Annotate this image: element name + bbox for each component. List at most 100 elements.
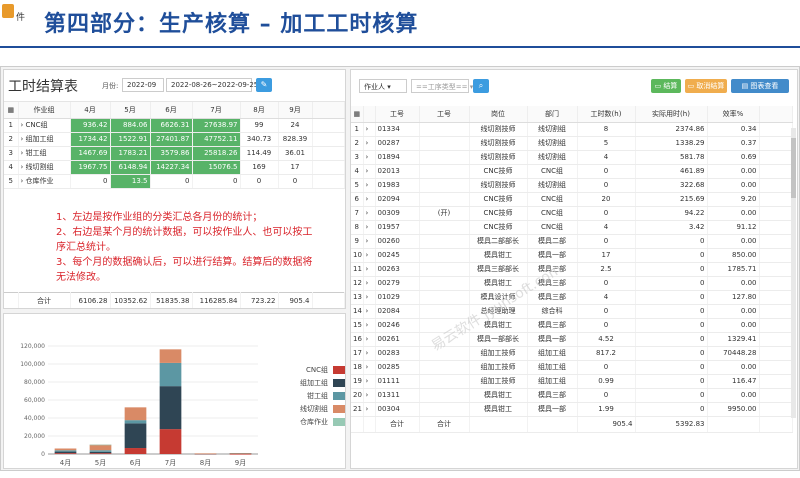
edit-button[interactable]: ✎ [256,78,272,92]
col-header[interactable]: 6月 [150,102,193,119]
bar-segment [124,448,147,454]
expand-chevron-icon[interactable]: › [363,192,376,207]
col-header[interactable]: 部门 [527,106,578,123]
detail-row[interactable]: 17 › 00283 组加工技师 组加工组 817.2 0 70448.28 [351,346,793,361]
detail-row[interactable]: 7 › 00309 (开) CNC技师 CNC组 0 94.22 0.00 [351,206,793,221]
expand-chevron-icon[interactable]: › [363,150,376,165]
settlement-row[interactable]: 3 › 钳工组 1467.69 1783.21 3579.86 25818.26 114.4… [4,146,345,161]
department: 组加工组 [527,360,578,375]
date-range-input[interactable]: 2022-08-26~2022-09-25 [166,78,258,92]
expand-chevron-icon[interactable]: › [363,136,376,151]
expand-chevron-icon[interactable]: › [363,248,376,263]
scrollbar[interactable] [791,128,796,418]
efficiency: 0.00 [707,178,760,193]
detail-row[interactable]: 16 › 00261 模具一部部长 模具一部 4.52 0 1329.41 [351,332,793,347]
detail-row[interactable]: 9 › 00260 模具二部部长 模具二部 0 0 0.00 [351,234,793,249]
detail-row[interactable]: 2 › 00287 线切割技师 线切割组 5 1338.29 0.37 [351,136,793,151]
expand-chevron-icon[interactable]: › [363,402,376,417]
group-name: 组加工组 [25,135,54,143]
unsettle-button[interactable]: ▭ 取消结算 [685,79,727,93]
detail-row[interactable]: 5 › 01983 线切割技师 线切割组 0 322.68 0.00 [351,178,793,193]
detail-row[interactable]: 1 › 01334 线切割技师 线切割组 8 2374.86 0.34 [351,122,793,137]
efficiency: 91.12 [707,220,760,235]
y-tick-label: 0 [41,451,45,458]
month-input[interactable]: 2022-09 [122,78,164,92]
detail-row[interactable]: 10 › 00245 模具钳工 模具一部 17 0 850.00 [351,248,793,263]
group-cell[interactable]: › 仓库作业 [18,174,71,189]
work-hours: 20 [577,192,636,207]
legend-item[interactable]: 仓库作业 [274,416,345,429]
chart-view-button[interactable]: ▤ 图表查看 [731,79,789,93]
col-header[interactable]: 作业组 [18,102,71,119]
scrollbar-thumb[interactable] [791,138,796,198]
column-settings-icon[interactable]: ▦ [4,102,19,119]
group-cell[interactable]: › CNC组 [18,118,71,133]
month-value-cell: 47752.11 [192,132,241,147]
expand-chevron-icon[interactable]: › [363,346,376,361]
department: 模具一部 [527,402,578,417]
settlement-row[interactable]: 1 › CNC组 936.42 884.06 6626.31 27638.97 99 24 [4,118,345,133]
detail-row[interactable]: 13 › 01029 模具设计师 模具三部 4 0 127.80 [351,290,793,305]
detail-row[interactable]: 18 › 00285 组加工技师 组加工组 0 0 0.00 [351,360,793,375]
detail-row[interactable]: 8 › 01957 CNC技师 CNC组 4 3.42 91.12 [351,220,793,235]
col-header[interactable]: 4月 [70,102,111,119]
expand-chevron-icon[interactable]: › [363,374,376,389]
group-cell[interactable]: › 钳工组 [18,146,71,161]
detail-row[interactable]: 19 › 01111 组加工技师 组加工组 0.99 0 116.47 [351,374,793,389]
legend-item[interactable]: 钳工组 [274,390,345,403]
expand-chevron-icon[interactable]: › [363,206,376,221]
expand-chevron-icon[interactable]: › [363,164,376,179]
settlement-row[interactable]: 5 › 仓库作业 0 13.5 0 0 0 0 [4,174,345,189]
legend-item[interactable]: 组加工组 [274,377,345,390]
detail-row[interactable]: 14 › 02084 总经理助理 综合科 0 0 0.00 [351,304,793,319]
detail-row[interactable]: 4 › 02013 CNC技师 CNC组 0 461.89 0.00 [351,164,793,179]
legend-item[interactable]: CNC组 [274,364,345,377]
detail-row[interactable]: 20 › 01311 模具钳工 模具三部 0 0 0.00 [351,388,793,403]
detail-row[interactable]: 11 › 00263 模具三部部长 模具三部 2.5 0 1785.71 [351,262,793,277]
expand-chevron-icon[interactable]: › [363,276,376,291]
expand-chevron-icon[interactable]: › [363,304,376,319]
settlement-header-row: ▦ 作业组 4月 5月 6月 7月 8月 9月 [4,102,345,119]
group-cell[interactable]: › 线切割组 [18,160,71,175]
col-header[interactable]: 实际用时(h) [635,106,708,123]
detail-row[interactable]: 6 › 02094 CNC技师 CNC组 20 215.69 9.20 [351,192,793,207]
col-header[interactable]: 8月 [240,102,279,119]
col-header[interactable]: 工号 [419,106,470,123]
bar-segment [159,429,182,454]
detail-row[interactable]: 21 › 00304 模具钳工 模具一部 1.99 0 9950.00 [351,402,793,417]
col-header[interactable]: 工时数(h) [577,106,636,123]
search-button[interactable]: ⌕ [473,79,489,93]
expand-chevron-icon[interactable]: › [363,332,376,347]
actual-hours: 322.68 [635,178,708,193]
settlement-row[interactable]: 2 › 组加工组 1734.42 1522.91 27401.87 47752.11 340… [4,132,345,147]
col-header[interactable]: 岗位 [469,106,528,123]
detail-row[interactable]: 3 › 01894 线切割技师 线切割组 4 581.78 0.69 [351,150,793,165]
bar-segment [159,349,182,363]
settlement-row[interactable]: 4 › 线切割组 1967.75 6148.94 14227.34 15076.5 169 1… [4,160,345,175]
expand-chevron-icon[interactable]: › [363,290,376,305]
expand-chevron-icon[interactable]: › [363,388,376,403]
col-header[interactable]: 7月 [192,102,241,119]
col-header[interactable]: 9月 [278,102,313,119]
group-cell[interactable]: › 组加工组 [18,132,71,147]
expand-chevron-icon[interactable]: › [363,262,376,277]
process-type-select[interactable]: ==工序类型== ▾ [411,79,473,93]
employee-name [419,136,470,151]
row-index: 7 [351,206,364,221]
col-header[interactable]: 5月 [110,102,151,119]
expand-chevron-icon[interactable]: › [363,220,376,235]
month-value-cell: 114.49 [240,146,279,161]
col-header[interactable]: 效率% [707,106,760,123]
col-header[interactable]: 工号 [375,106,420,123]
column-settings-icon[interactable]: ▦ [351,106,364,123]
expand-chevron-icon[interactable]: › [363,360,376,375]
detail-row[interactable]: 15 › 00246 模具钳工 模具三部 0 0 0.00 [351,318,793,333]
expand-chevron-icon[interactable]: › [363,122,376,137]
expand-chevron-icon[interactable]: › [363,318,376,333]
expand-chevron-icon[interactable]: › [363,178,376,193]
worker-select[interactable]: 作业人 ▾ [359,79,407,93]
settle-button[interactable]: ▭ 结算 [651,79,681,93]
expand-chevron-icon[interactable]: › [363,234,376,249]
legend-item[interactable]: 线切割组 [274,403,345,416]
detail-row[interactable]: 12 › 00279 模具钳工 模具三部 0 0 0.00 [351,276,793,291]
